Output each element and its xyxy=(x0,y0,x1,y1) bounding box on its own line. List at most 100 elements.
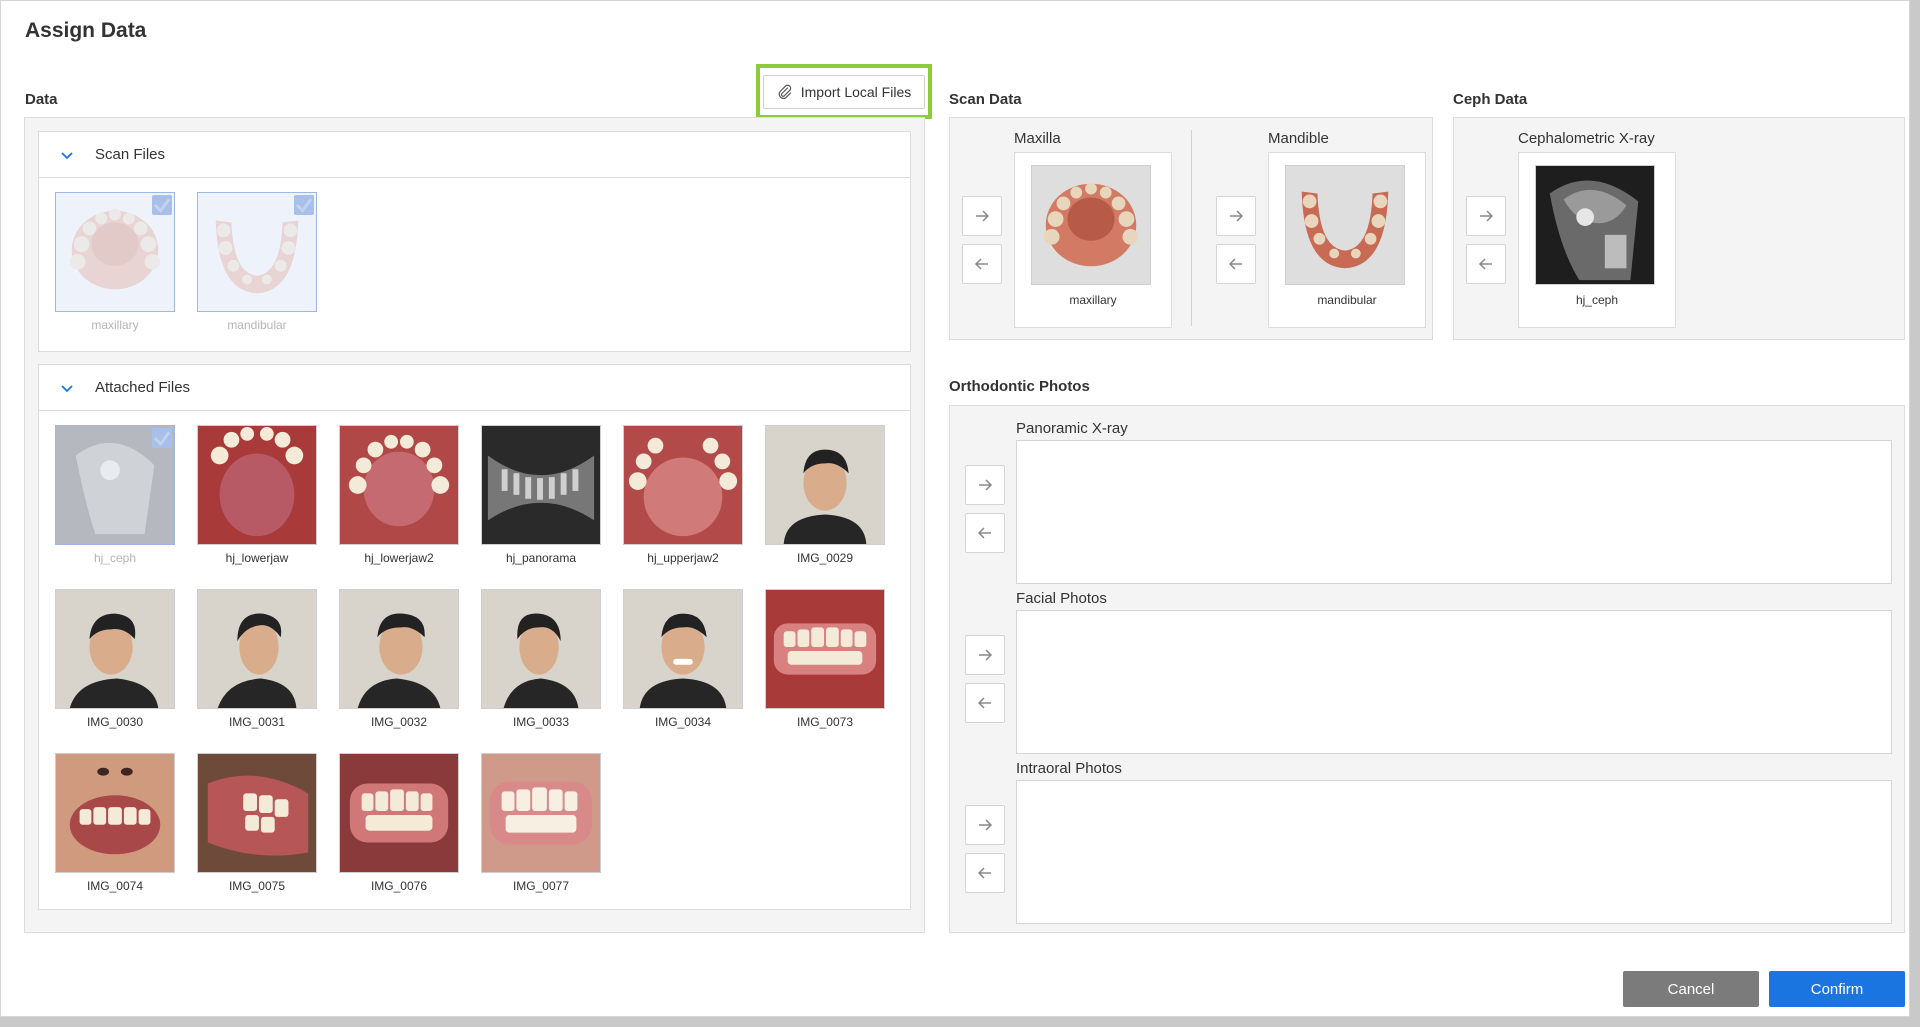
facial-photos-drop-area[interactable] xyxy=(1016,610,1892,754)
attached-file-img-0031[interactable]: IMG_0031 xyxy=(197,589,317,731)
thumb-caption: IMG_0029 xyxy=(796,551,854,565)
checkbox-icon[interactable] xyxy=(152,428,172,448)
maxillary-thumbnail xyxy=(55,192,175,312)
facial-photo-thumbnail xyxy=(481,589,601,709)
intraoral-photos-drop-area[interactable] xyxy=(1016,780,1892,924)
attached-file-hj-panorama[interactable]: hj_panorama xyxy=(481,425,601,567)
intraoral-photos-label: Intraoral Photos xyxy=(1016,760,1122,777)
thumb-caption: IMG_0077 xyxy=(512,879,570,893)
thumb-caption: IMG_0034 xyxy=(654,715,712,729)
thumb-caption: IMG_0032 xyxy=(370,715,428,729)
ceph-data-panel: Cephalometric X-ray hj_ceph xyxy=(1453,117,1905,340)
attached-file-img-0076[interactable]: IMG_0076 xyxy=(339,753,459,895)
thumb-caption: hj_lowerjaw2 xyxy=(364,551,434,565)
ortho-photos-panel: Panoramic X-ray Facial Photos Intraoral … xyxy=(949,405,1905,933)
attached-file-img-0033[interactable]: IMG_0033 xyxy=(481,589,601,731)
facial-photos-label: Facial Photos xyxy=(1016,590,1107,607)
ceph-data-section-label: Ceph Data xyxy=(1453,91,1528,108)
thumb-caption: IMG_0074 xyxy=(86,879,144,893)
confirm-button[interactable]: Confirm xyxy=(1769,971,1905,1007)
assign-maxilla-button[interactable] xyxy=(962,196,1002,236)
attached-file-img-0032[interactable]: IMG_0032 xyxy=(339,589,459,731)
attached-file-img-0075[interactable]: IMG_0075 xyxy=(197,753,317,895)
attached-file-img-0074[interactable]: IMG_0074 xyxy=(55,753,175,895)
intraoral-thumbnail xyxy=(197,425,317,545)
scan-files-header[interactable]: Scan Files xyxy=(39,132,910,178)
unassign-mandible-button[interactable] xyxy=(1216,244,1256,284)
attached-file-hj-lowerjaw2[interactable]: hj_lowerjaw2 xyxy=(339,425,459,567)
attached-file-hj-lowerjaw[interactable]: hj_lowerjaw xyxy=(197,425,317,567)
import-button-label: Import Local Files xyxy=(800,84,912,100)
mandible-slot[interactable]: mandibular xyxy=(1268,152,1426,328)
attached-files-header[interactable]: Attached Files xyxy=(39,365,910,411)
attached-file-img-0073[interactable]: IMG_0073 xyxy=(765,589,885,731)
assign-panoramic-button[interactable] xyxy=(965,465,1005,505)
intraoral-thumbnail xyxy=(339,425,459,545)
assign-data-dialog: Assign Data Data Import Local Files Scan… xyxy=(0,0,1910,1017)
mandible-assigned-thumbnail xyxy=(1285,165,1405,285)
facial-photo-thumbnail xyxy=(55,589,175,709)
intraoral-thumbnail xyxy=(481,753,601,873)
scan-files-title: Scan Files xyxy=(95,146,166,163)
thumb-caption: IMG_0030 xyxy=(86,715,144,729)
assign-facial-button[interactable] xyxy=(965,635,1005,675)
mandible-label: Mandible xyxy=(1268,130,1329,147)
checkbox-icon[interactable] xyxy=(152,195,172,215)
arrow-left-icon xyxy=(1478,258,1492,270)
maxilla-assigned-thumbnail xyxy=(1031,165,1151,285)
attached-files-title: Attached Files xyxy=(95,379,191,396)
attached-file-img-0077[interactable]: IMG_0077 xyxy=(481,753,601,895)
facial-photo-thumbnail xyxy=(765,425,885,545)
arrow-right-icon xyxy=(979,649,993,661)
attached-files-grid: hj_ceph hj_lowerjaw hj_lowerjaw2 hj_pano… xyxy=(55,425,885,895)
attached-file-img-0030[interactable]: IMG_0030 xyxy=(55,589,175,731)
intraoral-thumbnail xyxy=(197,753,317,873)
unassign-facial-button[interactable] xyxy=(965,683,1005,723)
chevron-down-icon xyxy=(61,384,73,392)
data-section-label: Data xyxy=(25,91,58,108)
arrow-right-icon xyxy=(1480,210,1494,222)
maxilla-model-icon xyxy=(1032,166,1150,284)
mandible-file-caption: mandibular xyxy=(1317,293,1377,307)
scan-file-mandibular[interactable]: mandibular xyxy=(197,192,317,334)
unassign-maxilla-button[interactable] xyxy=(962,244,1002,284)
maxilla-file-caption: maxillary xyxy=(1069,293,1117,307)
scan-data-panel: Maxilla maxillary Mandible mandibular xyxy=(949,117,1433,340)
thumb-caption: hj_upperjaw2 xyxy=(647,551,719,565)
attached-file-hj-ceph[interactable]: hj_ceph xyxy=(55,425,175,567)
attached-file-img-0029[interactable]: IMG_0029 xyxy=(765,425,885,567)
assign-intraoral-button[interactable] xyxy=(965,805,1005,845)
panoramic-label: Panoramic X-ray xyxy=(1016,420,1128,437)
thumb-caption: IMG_0031 xyxy=(228,715,286,729)
maxilla-label: Maxilla xyxy=(1014,130,1061,147)
thumb-caption: IMG_0076 xyxy=(370,879,428,893)
scan-files-group: Scan Files maxillary mandibular xyxy=(38,131,911,352)
arrow-left-icon xyxy=(977,697,991,709)
intraoral-thumbnail xyxy=(339,753,459,873)
attached-file-img-0034[interactable]: IMG_0034 xyxy=(623,589,743,731)
panoramic-drop-area[interactable] xyxy=(1016,440,1892,584)
maxilla-slot[interactable]: maxillary xyxy=(1014,152,1172,328)
scan-data-divider xyxy=(1191,130,1192,326)
arrow-left-icon xyxy=(977,867,991,879)
ceph-slot[interactable]: hj_ceph xyxy=(1518,152,1676,328)
intraoral-thumbnail xyxy=(765,589,885,709)
ceph-file-caption: hj_ceph xyxy=(1575,293,1619,307)
thumb-caption: hj_ceph xyxy=(93,551,137,565)
thumb-caption: maxillary xyxy=(91,318,139,332)
attached-file-hj-upperjaw2[interactable]: hj_upperjaw2 xyxy=(623,425,743,567)
unassign-ceph-button[interactable] xyxy=(1466,244,1506,284)
scan-file-maxillary[interactable]: maxillary xyxy=(55,192,175,334)
unassign-intraoral-button[interactable] xyxy=(965,853,1005,893)
assign-mandible-button[interactable] xyxy=(1216,196,1256,236)
checkbox-icon[interactable] xyxy=(294,195,314,215)
assign-ceph-button[interactable] xyxy=(1466,196,1506,236)
dialog-title: Assign Data xyxy=(25,19,147,42)
attached-files-group: Attached Files hj_ceph hj_lowerjaw hj_lo… xyxy=(38,364,911,910)
unassign-panoramic-button[interactable] xyxy=(965,513,1005,553)
intraoral-thumbnail xyxy=(623,425,743,545)
paperclip-icon xyxy=(778,84,791,99)
import-local-files-button[interactable]: Import Local Files xyxy=(763,75,925,109)
ceph-label: Cephalometric X-ray xyxy=(1518,130,1655,147)
cancel-button[interactable]: Cancel xyxy=(1623,971,1759,1007)
